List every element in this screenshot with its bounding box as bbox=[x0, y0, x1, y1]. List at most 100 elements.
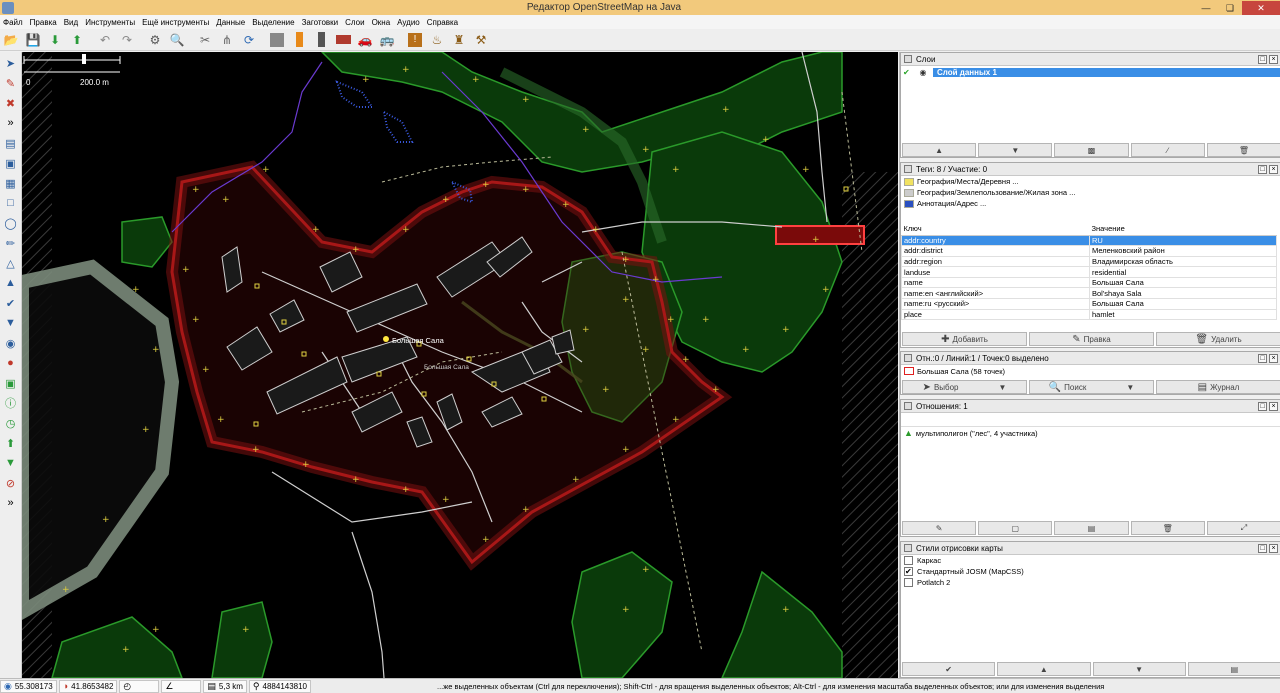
tag-key[interactable]: addr:district bbox=[901, 245, 1090, 257]
split-way-icon[interactable]: ✂ bbox=[195, 30, 215, 50]
combine-way-icon[interactable]: ⋔ bbox=[217, 30, 237, 50]
delete-tag-button[interactable]: 🗑 Удалить bbox=[1156, 332, 1280, 346]
tag-value[interactable]: Большая Сала bbox=[1089, 298, 1277, 310]
add-tag-button[interactable]: ✚ Добавить bbox=[902, 332, 1027, 346]
tag-icon[interactable]: ▣ bbox=[2, 154, 20, 172]
menu-selection[interactable]: Выделение bbox=[249, 18, 298, 27]
panel-detach-icon[interactable]: □ bbox=[1258, 164, 1267, 174]
preset-link[interactable]: Аннотация/Адрес ... bbox=[901, 198, 1280, 209]
download-icon[interactable]: ⬇ bbox=[45, 30, 65, 50]
merge-icon[interactable]: ▼ bbox=[2, 314, 20, 332]
image-icon[interactable]: ▣ bbox=[2, 374, 20, 392]
panel-detach-icon[interactable]: □ bbox=[1258, 353, 1267, 363]
checkbox[interactable] bbox=[904, 578, 913, 587]
select-button[interactable]: ➤ Выбор ▼ bbox=[902, 380, 1027, 394]
globe-icon[interactable]: ◉ bbox=[2, 334, 20, 352]
panel-close-icon[interactable]: × bbox=[1269, 401, 1278, 411]
upload-icon[interactable]: ⬆ bbox=[67, 30, 87, 50]
panel-close-icon[interactable]: × bbox=[1269, 54, 1278, 64]
search-icon[interactable]: 🔍 bbox=[167, 30, 187, 50]
table-row[interactable]: addr:region Владимирская область bbox=[901, 255, 1277, 268]
triangle-icon[interactable]: △ bbox=[2, 254, 20, 272]
preset-car-icon[interactable]: 🚗 bbox=[355, 30, 375, 50]
layer-duplicate-button[interactable]: ∕ bbox=[1130, 143, 1205, 157]
table-row[interactable]: name:ru <русский> Большая Сала bbox=[901, 298, 1277, 310]
style-move-down-button[interactable]: ▼ bbox=[1092, 662, 1186, 676]
tag-key[interactable]: landuse bbox=[901, 266, 1090, 278]
history-button[interactable]: ▤ Журнал bbox=[1156, 380, 1280, 394]
panel-close-icon[interactable]: × bbox=[1269, 164, 1278, 174]
preset-link[interactable]: География/Места/Деревня ... bbox=[901, 176, 1280, 187]
edit-tag-button[interactable]: ✎ Правка bbox=[1029, 332, 1154, 346]
panel-detach-icon[interactable]: □ bbox=[1258, 54, 1267, 64]
style-activate-button[interactable]: ✔ bbox=[902, 662, 996, 676]
table-row[interactable]: landuse residential bbox=[901, 266, 1277, 278]
tag-value[interactable]: Большая Сала bbox=[1089, 276, 1277, 289]
layer-row[interactable]: ✔ ◉ Слой данных 1 bbox=[901, 66, 1280, 78]
layer-delete-button[interactable]: 🗑 bbox=[1206, 143, 1280, 157]
menu-help[interactable]: Справка bbox=[424, 18, 462, 27]
selected-way-box[interactable] bbox=[775, 225, 865, 245]
place-node[interactable] bbox=[383, 336, 389, 342]
table-row[interactable]: addr:district Меленковский район bbox=[901, 245, 1277, 257]
tag-key[interactable]: name bbox=[901, 276, 1090, 289]
preferences-icon[interactable]: ⚙ bbox=[145, 30, 165, 50]
pen-icon[interactable]: ✏ bbox=[2, 234, 20, 252]
layer-icon[interactable]: ▤ bbox=[2, 134, 20, 152]
close-button[interactable]: ✕ bbox=[1242, 0, 1280, 15]
delete-tool-icon[interactable]: ✖ bbox=[2, 94, 20, 112]
style-item[interactable]: ✔ Стандартный JOSM (MapCSS) bbox=[901, 566, 1280, 577]
checkbox[interactable] bbox=[904, 556, 913, 565]
tag-key[interactable]: name:ru <русский> bbox=[901, 298, 1090, 310]
relation-edit-button[interactable]: ✎ bbox=[902, 521, 977, 535]
more-icon[interactable]: » bbox=[2, 494, 20, 512]
relations-filter[interactable] bbox=[901, 413, 1280, 427]
tag-key[interactable]: name:en <английский> bbox=[901, 287, 1090, 300]
table-row[interactable]: addr:country RU bbox=[901, 234, 1277, 247]
check-icon[interactable]: ✔ bbox=[2, 294, 20, 312]
more-icon[interactable]: » bbox=[2, 114, 20, 132]
layer-visibility-eye-icon[interactable]: ◉ bbox=[913, 68, 933, 77]
tag-value[interactable]: Bol'shaya Sala bbox=[1089, 287, 1277, 300]
preset-traffic-light-icon[interactable] bbox=[289, 30, 309, 50]
tag-value-column-header[interactable]: Значение bbox=[1089, 223, 1277, 236]
preset-castle-icon[interactable]: ♜ bbox=[449, 30, 469, 50]
redo-icon[interactable]: ↷ bbox=[117, 30, 137, 50]
relation-duplicate-button[interactable]: ▤ bbox=[1054, 521, 1129, 535]
menu-tools[interactable]: Инструменты bbox=[82, 18, 139, 27]
preset-street-lamp-icon[interactable] bbox=[311, 30, 331, 50]
filter-icon[interactable]: ▼ bbox=[2, 454, 20, 472]
preset-restaurant-icon[interactable]: ♨ bbox=[427, 30, 447, 50]
select-tool-icon[interactable]: ➤ bbox=[2, 54, 20, 72]
undo-icon[interactable]: ↶ bbox=[95, 30, 115, 50]
tag-value[interactable]: residential bbox=[1089, 266, 1277, 278]
relation-delete-button[interactable]: 🗑 bbox=[1130, 521, 1205, 535]
panel-close-icon[interactable]: × bbox=[1269, 353, 1278, 363]
checkbox-checked[interactable]: ✔ bbox=[904, 567, 913, 576]
table-row[interactable]: name:en <английский> Bol'shaya Sala bbox=[901, 287, 1277, 300]
info-icon[interactable]: ⓘ bbox=[2, 394, 20, 412]
menu-more-tools[interactable]: Ещё инструменты bbox=[139, 18, 213, 27]
error-icon[interactable]: ⊘ bbox=[2, 474, 20, 492]
tag-key[interactable]: addr:region bbox=[901, 255, 1090, 268]
tag-value[interactable]: RU bbox=[1089, 234, 1277, 247]
relation-new-button[interactable]: ▢ bbox=[978, 521, 1053, 535]
tag-key[interactable]: place bbox=[901, 308, 1090, 321]
draw-tool-icon[interactable]: ✎ bbox=[2, 74, 20, 92]
maximize-button[interactable]: ❏ bbox=[1218, 1, 1242, 15]
reload-icon[interactable]: ⟳ bbox=[239, 30, 259, 50]
menu-layers[interactable]: Слои bbox=[342, 18, 368, 27]
style-info-button[interactable]: ▤ bbox=[1187, 662, 1280, 676]
circle-icon[interactable]: ◯ bbox=[2, 214, 20, 232]
preset-building-icon[interactable] bbox=[267, 30, 287, 50]
search-button[interactable]: 🔍 Поиск ▼ bbox=[1029, 380, 1154, 394]
preset-warning-icon[interactable]: ! bbox=[405, 30, 425, 50]
menu-view[interactable]: Вид bbox=[61, 18, 82, 27]
table-row[interactable]: name Большая Сала bbox=[901, 276, 1277, 289]
style-move-up-button[interactable]: ▲ bbox=[997, 662, 1091, 676]
layer-merge-button[interactable]: ▩ bbox=[1054, 143, 1129, 157]
preset-bus-icon[interactable]: 🚌 bbox=[377, 30, 397, 50]
layer-move-down-button[interactable]: ▼ bbox=[978, 143, 1053, 157]
layer-name[interactable]: Слой данных 1 bbox=[933, 67, 1280, 77]
tag-key-column-header[interactable]: Ключ bbox=[901, 223, 1090, 236]
